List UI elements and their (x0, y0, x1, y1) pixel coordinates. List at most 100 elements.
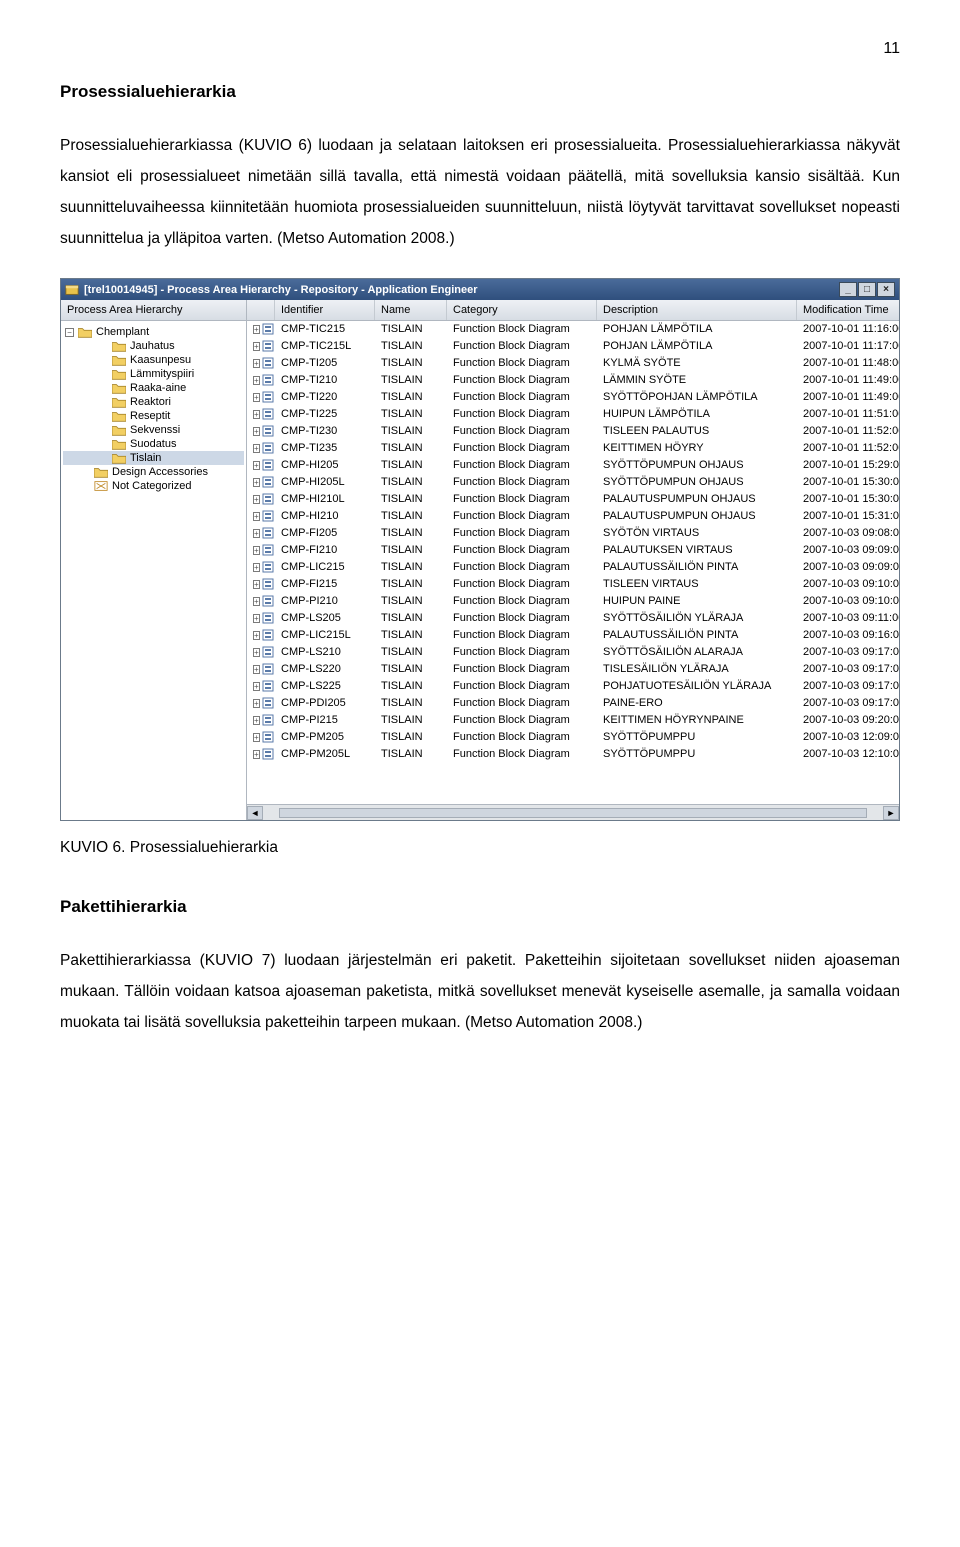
row-expander-icon[interactable]: + (253, 597, 260, 606)
row-expand-cell[interactable]: + (247, 440, 275, 456)
scrollbar-thumb[interactable] (279, 808, 867, 818)
col-header-modtime[interactable]: Modification Time (797, 300, 899, 320)
table-row[interactable]: +CMP-LIC215TISLAINFunction Block Diagram… (247, 559, 899, 576)
row-expander-icon[interactable]: + (253, 580, 260, 589)
row-expand-cell[interactable]: + (247, 593, 275, 609)
maximize-button[interactable]: □ (858, 282, 876, 297)
row-expand-cell[interactable]: + (247, 712, 275, 728)
row-expander-icon[interactable]: + (253, 410, 260, 419)
table-row[interactable]: +CMP-TI205TISLAINFunction Block DiagramK… (247, 355, 899, 372)
row-expander-icon[interactable]: + (253, 699, 260, 708)
table-row[interactable]: +CMP-PM205TISLAINFunction Block DiagramS… (247, 729, 899, 746)
tree-item[interactable]: Tislain (63, 451, 244, 465)
grid-body[interactable]: +CMP-TIC215TISLAINFunction Block Diagram… (247, 321, 899, 804)
row-expand-cell[interactable]: + (247, 355, 275, 371)
row-expander-icon[interactable]: + (253, 376, 260, 385)
row-expand-cell[interactable]: + (247, 695, 275, 711)
table-row[interactable]: +CMP-FI215TISLAINFunction Block DiagramT… (247, 576, 899, 593)
row-expander-icon[interactable]: + (253, 325, 260, 334)
tree-item[interactable]: Suodatus (63, 437, 244, 451)
tree-root[interactable]: − Chemplant (63, 325, 244, 339)
window-titlebar[interactable]: [trel10014945] - Process Area Hierarchy … (61, 279, 899, 300)
row-expander-icon[interactable]: + (253, 733, 260, 742)
row-expander-icon[interactable]: + (253, 614, 260, 623)
table-row[interactable]: +CMP-LS225TISLAINFunction Block DiagramP… (247, 678, 899, 695)
table-row[interactable]: +CMP-HI210LTISLAINFunction Block Diagram… (247, 491, 899, 508)
horizontal-scrollbar[interactable]: ◄ ► (247, 804, 899, 820)
table-row[interactable]: +CMP-TI220TISLAINFunction Block DiagramS… (247, 389, 899, 406)
row-expand-cell[interactable]: + (247, 610, 275, 626)
row-expander-icon[interactable]: + (253, 648, 260, 657)
table-row[interactable]: +CMP-PI215TISLAINFunction Block DiagramK… (247, 712, 899, 729)
row-expand-cell[interactable]: + (247, 508, 275, 524)
row-expand-cell[interactable]: + (247, 661, 275, 677)
col-header-identifier[interactable]: Identifier (275, 300, 375, 320)
row-expand-cell[interactable]: + (247, 576, 275, 592)
row-expander-icon[interactable]: + (253, 461, 260, 470)
tree-not-categorized[interactable]: Not Categorized (63, 479, 244, 493)
tree-item[interactable]: Lämmityspiiri (63, 367, 244, 381)
col-header-name[interactable]: Name (375, 300, 447, 320)
table-row[interactable]: +CMP-PDI205TISLAINFunction Block Diagram… (247, 695, 899, 712)
row-expand-cell[interactable]: + (247, 542, 275, 558)
table-row[interactable]: +CMP-HI205TISLAINFunction Block DiagramS… (247, 457, 899, 474)
row-expander-icon[interactable]: + (253, 478, 260, 487)
row-expand-cell[interactable]: + (247, 457, 275, 473)
minimize-button[interactable]: _ (839, 282, 857, 297)
row-expander-icon[interactable]: + (253, 393, 260, 402)
expander-icon[interactable]: − (65, 328, 74, 337)
table-row[interactable]: +CMP-LS220TISLAINFunction Block DiagramT… (247, 661, 899, 678)
table-row[interactable]: +CMP-TIC215TISLAINFunction Block Diagram… (247, 321, 899, 338)
row-expander-icon[interactable]: + (253, 427, 260, 436)
table-row[interactable]: +CMP-PM205LTISLAINFunction Block Diagram… (247, 746, 899, 763)
row-expander-icon[interactable]: + (253, 495, 260, 504)
row-expand-cell[interactable]: + (247, 525, 275, 541)
scroll-right-button[interactable]: ► (883, 806, 899, 820)
tree-item[interactable]: Sekvenssi (63, 423, 244, 437)
table-row[interactable]: +CMP-TI235TISLAINFunction Block DiagramK… (247, 440, 899, 457)
row-expand-cell[interactable]: + (247, 729, 275, 745)
table-row[interactable]: +CMP-HI205LTISLAINFunction Block Diagram… (247, 474, 899, 491)
table-row[interactable]: +CMP-TI230TISLAINFunction Block DiagramT… (247, 423, 899, 440)
row-expander-icon[interactable]: + (253, 512, 260, 521)
table-row[interactable]: +CMP-LIC215LTISLAINFunction Block Diagra… (247, 627, 899, 644)
row-expand-cell[interactable]: + (247, 423, 275, 439)
row-expand-cell[interactable]: + (247, 474, 275, 490)
tree-item[interactable]: Reseptit (63, 409, 244, 423)
col-header-category[interactable]: Category (447, 300, 597, 320)
table-row[interactable]: +CMP-HI210TISLAINFunction Block DiagramP… (247, 508, 899, 525)
row-expand-cell[interactable]: + (247, 746, 275, 762)
close-button[interactable]: × (877, 282, 895, 297)
col-header-description[interactable]: Description (597, 300, 797, 320)
row-expander-icon[interactable]: + (253, 563, 260, 572)
row-expander-icon[interactable]: + (253, 716, 260, 725)
col-header-expand[interactable] (247, 300, 275, 320)
table-row[interactable]: +CMP-TI210TISLAINFunction Block DiagramL… (247, 372, 899, 389)
tree-item[interactable]: Reaktori (63, 395, 244, 409)
row-expand-cell[interactable]: + (247, 406, 275, 422)
tree-item[interactable]: Kaasunpesu (63, 353, 244, 367)
tree-header[interactable]: Process Area Hierarchy (61, 300, 246, 321)
row-expand-cell[interactable]: + (247, 389, 275, 405)
row-expand-cell[interactable]: + (247, 338, 275, 354)
row-expander-icon[interactable]: + (253, 665, 260, 674)
row-expand-cell[interactable]: + (247, 491, 275, 507)
row-expand-cell[interactable]: + (247, 321, 275, 337)
row-expand-cell[interactable]: + (247, 644, 275, 660)
table-row[interactable]: +CMP-LS210TISLAINFunction Block DiagramS… (247, 644, 899, 661)
tree-design-accessories[interactable]: Design Accessories (63, 465, 244, 479)
row-expander-icon[interactable]: + (253, 631, 260, 640)
row-expander-icon[interactable]: + (253, 546, 260, 555)
table-row[interactable]: +CMP-LS205TISLAINFunction Block DiagramS… (247, 610, 899, 627)
scroll-left-button[interactable]: ◄ (247, 806, 263, 820)
row-expand-cell[interactable]: + (247, 627, 275, 643)
row-expander-icon[interactable]: + (253, 342, 260, 351)
row-expander-icon[interactable]: + (253, 750, 260, 759)
table-row[interactable]: +CMP-TI225TISLAINFunction Block DiagramH… (247, 406, 899, 423)
row-expander-icon[interactable]: + (253, 529, 260, 538)
tree-item[interactable]: Raaka-aine (63, 381, 244, 395)
row-expander-icon[interactable]: + (253, 682, 260, 691)
row-expand-cell[interactable]: + (247, 372, 275, 388)
row-expand-cell[interactable]: + (247, 678, 275, 694)
tree-item[interactable]: Jauhatus (63, 339, 244, 353)
